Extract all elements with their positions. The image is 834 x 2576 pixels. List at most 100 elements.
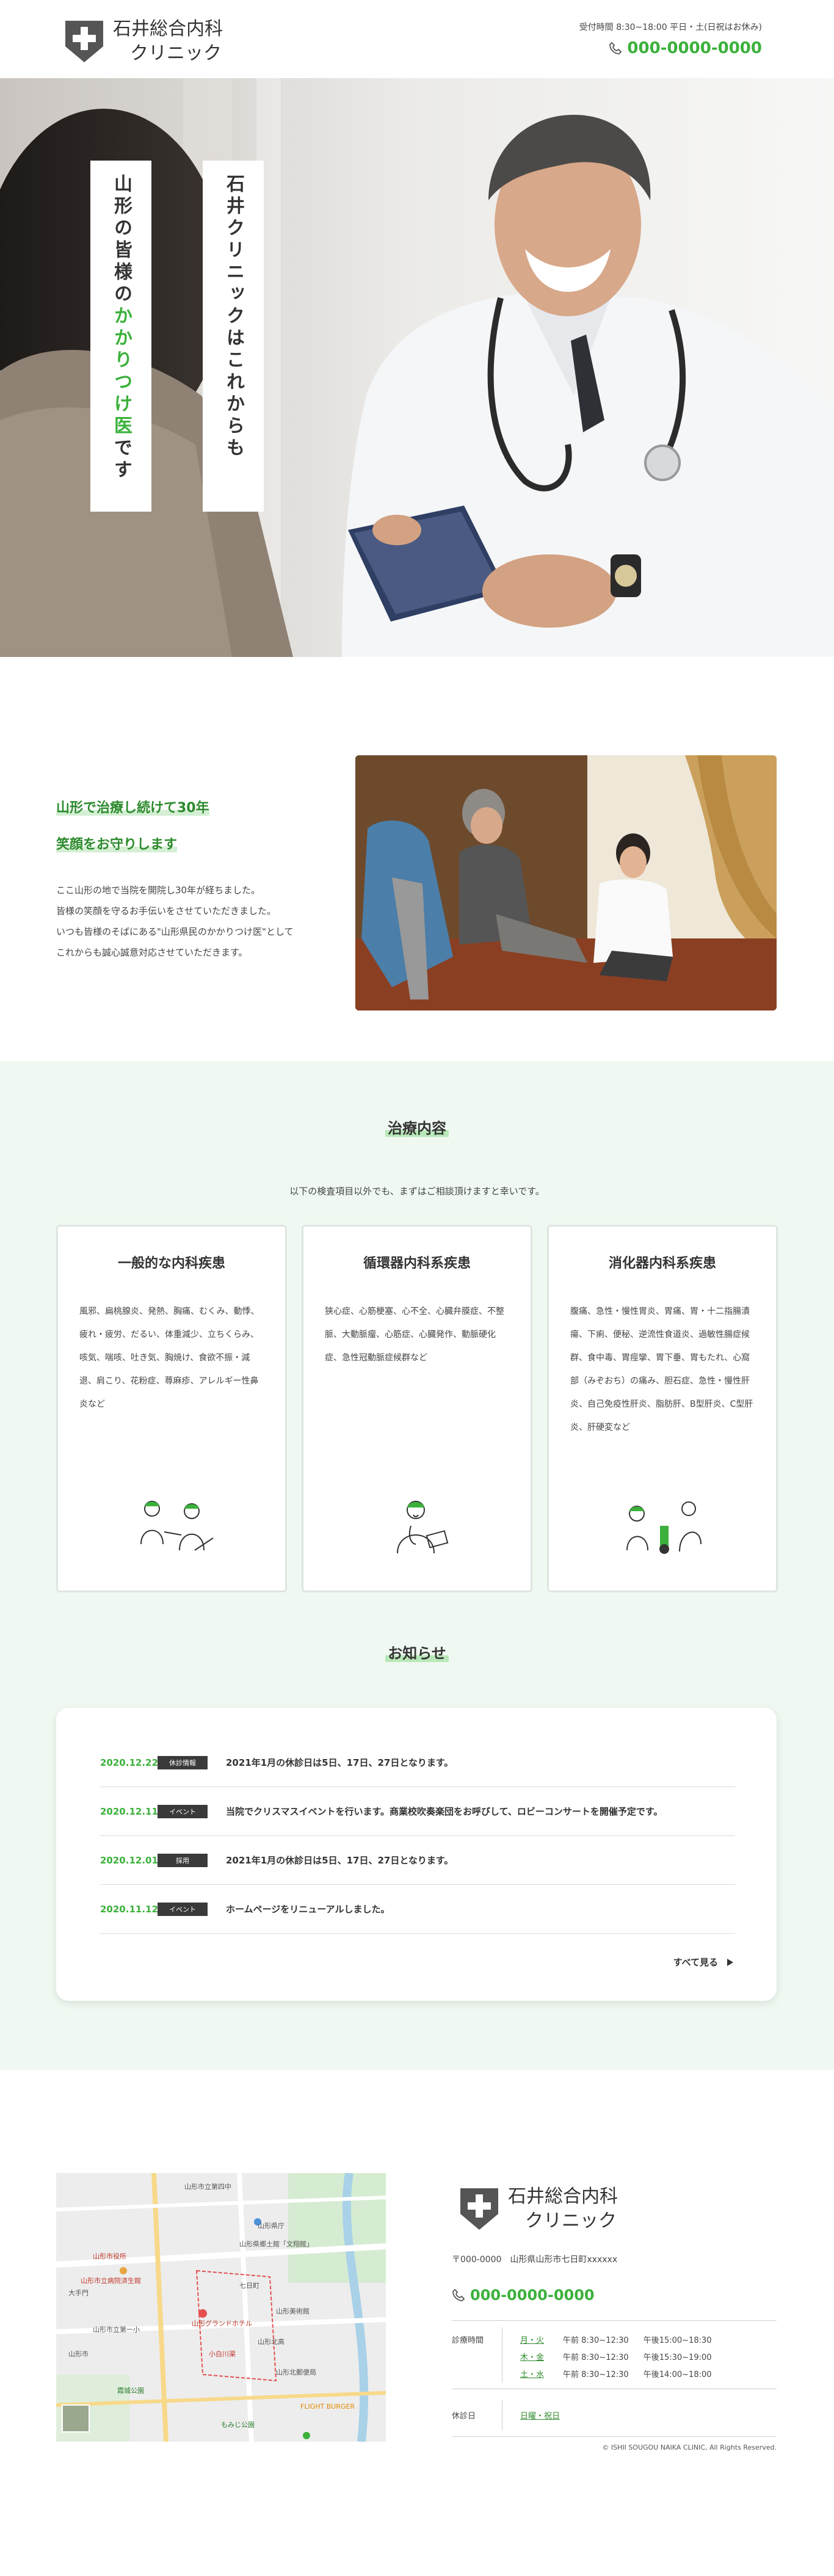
footer-address: 〒000-0000 山形県山形市七日町xxxxxx (452, 2255, 618, 2265)
footer-phone[interactable]: 000-0000-0000 (452, 2287, 595, 2304)
footer-phone-number: 000-0000-0000 (470, 2287, 595, 2304)
footer-logo[interactable]: 石井総合内科 クリニック (459, 2185, 618, 2233)
map-label: 山形県庁 (258, 2221, 285, 2230)
header-phone[interactable]: 000-0000-0000 (609, 39, 762, 57)
hero-tagline-post: です (111, 438, 132, 482)
logo-line1: 石井総合内科 (113, 18, 223, 40)
intro-line: これからも誠心誠意対応させていただきます。 (56, 947, 248, 958)
news-date: 2020.12.11 (100, 1805, 158, 1817)
hero-section: 山形の皆様の かかりつけ医 です 石井クリニックはこれからも (0, 78, 834, 657)
nurse-patient-photo (355, 755, 777, 1010)
services-subtitle: 以下の検査項目以外でも、まずはご相談頂けますと幸いです。 (289, 1186, 545, 1197)
services-title: 治療内容 (0, 1116, 834, 1137)
clinic-map[interactable]: 山形市立第四中 山形県庁 山形市役所 山形県郷土館「文翔館」 七日町 大手門 山… (56, 2173, 386, 2442)
intro-title-line1: 山形で治療し続けて30年 (56, 797, 325, 816)
intro-line: 皆様の笑顔を守るお手伝いをさせていただきました。 (56, 905, 277, 916)
logo-line2: クリニック (130, 43, 222, 64)
news-item[interactable]: 2020.12.01 採用 2021年1月の休診日は5日、17日、27日となりま… (100, 1836, 735, 1885)
schedule-pm: 午後15:30~19:00 (643, 2353, 712, 2362)
shield-cross-icon (65, 21, 103, 62)
news-tag: 休診情報 (158, 1755, 208, 1769)
news-text: 2021年1月の休診日は5日、17日、27日となります。 (226, 1855, 454, 1866)
map-label: もみじ公園 (221, 2421, 255, 2429)
phone-icon (452, 2288, 465, 2301)
doctor-exam-illustration (626, 1501, 702, 1554)
intro-line: いつも皆様のそばにある"山形県民のかかりつけ医"として (56, 926, 294, 937)
map-label: 山形北高 (258, 2337, 285, 2346)
map-label: 山形市立第四中 (184, 2182, 231, 2191)
news-text: ホームページをリニューアルしました。 (226, 1904, 390, 1915)
doctor-clipboard-illustration (397, 1501, 449, 1554)
news-date: 2020.12.01 (100, 1854, 158, 1866)
news-item[interactable]: 2020.11.12 イベント ホームページをリニューアルしました。 (100, 1885, 735, 1934)
schedule-day: 月・火 (520, 2336, 545, 2345)
news-item[interactable]: 2020.12.22 休診情報 2021年1月の休診日は5日、17日、27日とな… (100, 1738, 735, 1787)
news-more-link[interactable]: すべて見る (673, 1956, 734, 1968)
hero-tagline-highlight: かかりつけ医 (111, 306, 132, 438)
hero-tagline-left: 山形の皆様の かかりつけ医 です (90, 161, 151, 512)
arrow-right-icon (727, 1958, 733, 1966)
map-label: 山形市 (68, 2349, 89, 2358)
header-phone-number: 000-0000-0000 (627, 39, 762, 57)
intro-title2-text: 笑顔をお守りします (56, 837, 178, 852)
holiday-label: 休診日 (452, 2412, 476, 2421)
hero-tagline-pre: 山形の皆様の (111, 174, 132, 306)
news-date: 2020.11.12 (100, 1903, 158, 1915)
map-label: 山形市立病院済生館 (81, 2276, 141, 2285)
map-label: 大手門 (68, 2288, 89, 2297)
footer-logo-line1: 石井総合内科 (508, 2186, 618, 2207)
news-tag: 採用 (158, 1853, 208, 1867)
news-title: お知らせ (0, 1641, 834, 1663)
schedule-pm: 午後14:00~18:00 (643, 2370, 712, 2379)
schedule-am: 午前 8:30~12:30 (563, 2353, 629, 2362)
service-card-digestive[interactable]: 消化器内科系疾患 腹痛、急性・慢性胃炎、胃痛、胃・十二指腸潰瘍、下痢、便秘、逆流… (547, 1225, 778, 1592)
news-item[interactable]: 2020.12.11 イベント 当院でクリスマスイベントを行います。商業校吹奏楽… (100, 1787, 735, 1836)
map-label: 山形美術館 (276, 2307, 310, 2315)
map-label: 山形グランドホテル (192, 2319, 252, 2327)
map-label: 山形市立第一小 (93, 2325, 140, 2334)
service-card-text: 風邪、扁桃腺炎、発熱、胸痛、むくみ、動悸、疲れ・疲労、だるい、体重減少、立ちくら… (79, 1307, 259, 1409)
intro-photo (355, 755, 777, 1010)
shield-cross-icon (460, 2188, 498, 2230)
map-label: 小白川渠 (209, 2349, 236, 2358)
map-label: 霞城公園 (117, 2387, 144, 2395)
footer-logo-line2: クリニック (525, 2210, 617, 2232)
service-card-general[interactable]: 一般的な内科疾患 風邪、扁桃腺炎、発熱、胸痛、むくみ、動悸、疲れ・疲労、だるい、… (56, 1225, 287, 1592)
service-card-title: 一般的な内科疾患 (117, 1256, 225, 1271)
schedule-day: 土・水 (520, 2370, 545, 2379)
intro-title-line2: 笑顔をお守りします (56, 833, 325, 853)
services-title-text: 治療内容 (385, 1120, 449, 1137)
footer-divider (452, 2320, 777, 2321)
map-label: 山形北郵便局 (276, 2368, 316, 2376)
news-tag: イベント (158, 1902, 208, 1916)
news-text: 当院でクリスマスイベントを行います。商業校吹奏楽団をお呼びして、ロビーコンサート… (226, 1806, 663, 1817)
schedule-day: 木・金 (520, 2353, 545, 2362)
reception-hours: 受付時間 8:30~18:00 平日・土(日祝はお休み) (579, 23, 762, 32)
map-image: 山形市立第四中 山形県庁 山形市役所 山形県郷土館「文翔館」 七日町 大手門 山… (56, 2173, 386, 2442)
intro-line: ここ山形の地で当院を開院し30年が経ちました。 (56, 885, 261, 896)
news-tag: イベント (158, 1804, 208, 1818)
site-header: 石井総合内科 クリニック 受付時間 8:30~18:00 平日・土(日祝はお休み… (0, 0, 834, 78)
news-title-text: お知らせ (385, 1645, 449, 1662)
holiday-value: 日曜・祝日 (520, 2412, 560, 2421)
service-card-text: 腹痛、急性・慢性胃炎、胃痛、胃・十二指腸潰瘍、下痢、便秘、逆流性食道炎、過敏性腸… (570, 1307, 753, 1432)
map-label: FLIGHT BURGER (300, 2403, 355, 2411)
intro-title1-text: 山形で治療し続けて30年 (56, 800, 209, 816)
schedule-pm: 午後15:00~18:30 (643, 2336, 712, 2345)
news-panel: 2020.12.22 休診情報 2021年1月の休診日は5日、17日、27日とな… (56, 1708, 777, 2001)
schedule-row: 木・金 午前 8:30~12:30 午後15:30~19:00 (520, 2351, 712, 2362)
service-card-title: 消化器内科系疾患 (608, 1256, 716, 1271)
service-card-cardio[interactable]: 循環器内科系疾患 狭心症、心筋梗塞、心不全、心臓弁膜症、不整脈、大動脈瘤、心筋症… (302, 1225, 532, 1592)
news-text: 2021年1月の休診日は5日、17日、27日となります。 (226, 1757, 454, 1768)
hero-tagline-right-text: 石井クリニックはこれからも (223, 174, 244, 460)
schedule-am: 午前 8:30~12:30 (563, 2336, 629, 2345)
clinic-logo[interactable]: 石井総合内科 クリニック (64, 17, 223, 66)
doctor-patient-illustration (140, 1501, 214, 1551)
map-label: 山形市役所 (93, 2252, 126, 2260)
schedule-row: 月・火 午前 8:30~12:30 午後15:00~18:30 (520, 2334, 712, 2345)
news-date: 2020.12.22 (100, 1757, 158, 1768)
intro-body: ここ山形の地で当院を開院し30年が経ちました。 皆様の笑顔を守るお手伝いをさせて… (56, 880, 337, 963)
clinic-logo-text: 石井総合内科 クリニック (113, 17, 223, 66)
service-card-title: 循環器内科系疾患 (363, 1256, 471, 1271)
hero-tagline-right: 石井クリニックはこれからも (203, 161, 264, 512)
